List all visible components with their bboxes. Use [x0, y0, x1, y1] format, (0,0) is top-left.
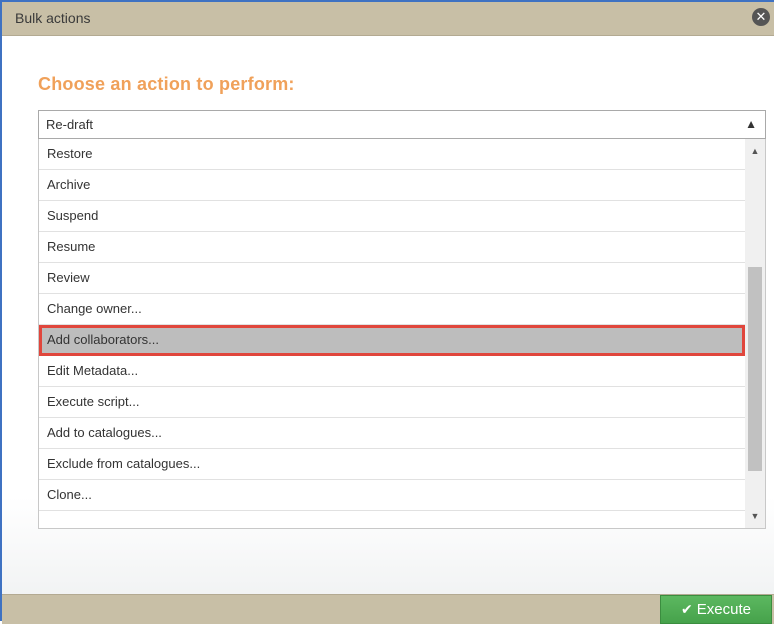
list-item[interactable]: Execute script...: [39, 387, 745, 418]
list-item[interactable]: Add to catalogues...: [39, 418, 745, 449]
list-item[interactable]: Resume: [39, 232, 745, 263]
action-dropdown-list: Restore Archive Suspend Resume Review Ch…: [38, 139, 766, 529]
list-item[interactable]: Exclude from catalogues...: [39, 449, 745, 480]
scrollbar-thumb[interactable]: [748, 267, 762, 471]
dialog-footer: ✔ Execute: [2, 594, 774, 624]
list-item[interactable]: Archive: [39, 170, 745, 201]
scroll-up-icon[interactable]: ▲: [745, 143, 765, 159]
action-select[interactable]: Re-draft ▲: [38, 110, 766, 139]
dialog-title: Bulk actions: [15, 10, 91, 26]
scroll-down-icon[interactable]: ▼: [745, 508, 765, 524]
bulk-actions-dialog: Bulk actions ✕ Choose an action to perfo…: [0, 0, 774, 624]
list-item[interactable]: Suspend: [39, 201, 745, 232]
list-item[interactable]: Edit Metadata...: [39, 356, 745, 387]
checkmark-icon: ✔: [681, 601, 693, 617]
triangle-up-icon[interactable]: ▲: [745, 117, 757, 131]
close-icon[interactable]: ✕: [752, 8, 770, 26]
dialog-titlebar: Bulk actions ✕: [2, 2, 774, 36]
list-item-selected[interactable]: Add collaborators...: [39, 325, 745, 356]
execute-button[interactable]: ✔ Execute: [660, 595, 772, 624]
page-title: Choose an action to perform:: [38, 74, 295, 94]
list-item[interactable]: Restore: [39, 139, 745, 170]
list-item[interactable]: Review: [39, 263, 745, 294]
list-scrollbar[interactable]: ▲ ▼: [745, 139, 765, 528]
execute-button-label: Execute: [696, 601, 751, 618]
list-item[interactable]: Change owner...: [39, 294, 745, 325]
action-select-value: Re-draft: [46, 117, 93, 132]
list-item[interactable]: Clone...: [39, 480, 745, 511]
